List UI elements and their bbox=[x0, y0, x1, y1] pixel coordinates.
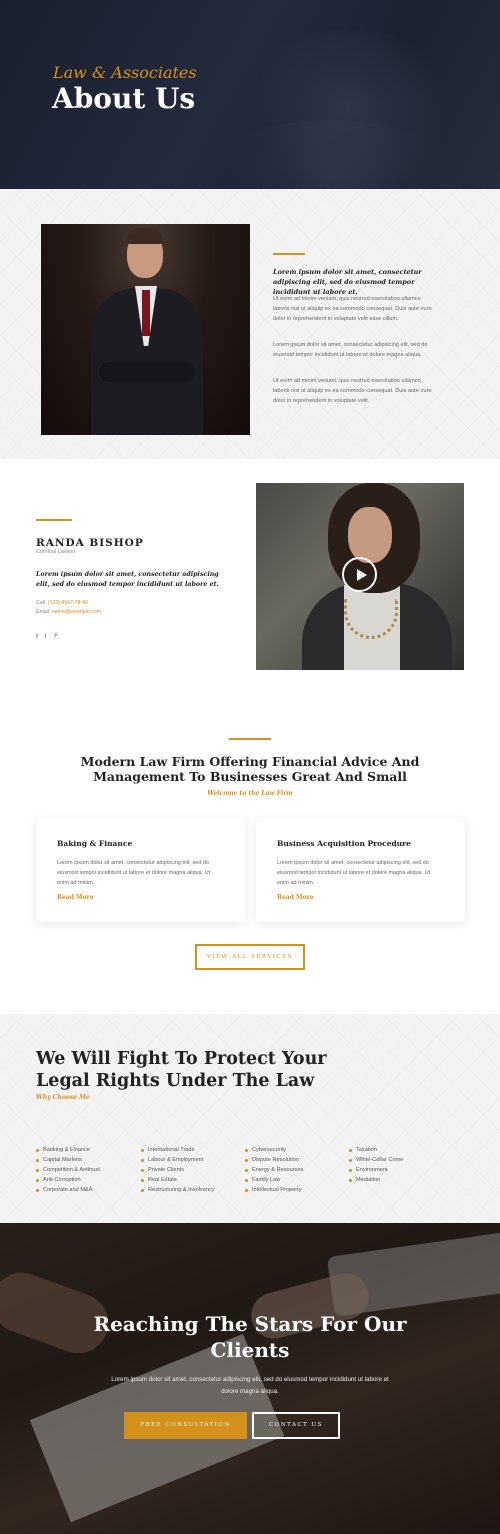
list-item: Dispute Resolution bbox=[245, 1155, 303, 1165]
list-item: Banking & Finance bbox=[36, 1145, 100, 1155]
service-card: Business Acquisition Procedure Lorem ips… bbox=[256, 818, 465, 922]
accent-divider bbox=[229, 738, 271, 740]
services-heading: Modern Law Firm Offering Financial Advic… bbox=[80, 754, 420, 784]
list-item: Corporate and M&A bbox=[36, 1185, 100, 1195]
service-card: Baking & Finance Lorem ipsum dolor sit a… bbox=[36, 818, 245, 922]
list-item: Energy & Resources bbox=[245, 1165, 303, 1175]
list-item: Intellectual Property bbox=[245, 1185, 303, 1195]
email-label: Email: bbox=[36, 609, 51, 615]
read-more-link[interactable]: Read More bbox=[277, 894, 314, 901]
list-item: Private Clients bbox=[141, 1165, 215, 1175]
attorney-role: Criminal Lawyer bbox=[36, 549, 76, 555]
list-item: Labour & Employment bbox=[141, 1155, 215, 1165]
read-more-link[interactable]: Read More bbox=[57, 894, 94, 901]
play-icon[interactable] bbox=[342, 557, 377, 592]
hero-section: Law & Associates About Us bbox=[0, 0, 500, 189]
attorney-quote: Lorem ipsum dolor sit amet, consectetur … bbox=[36, 571, 219, 588]
cta-text: Lorem ipsum dolor sit amet, consectetur … bbox=[111, 1376, 389, 1395]
contact-us-button[interactable]: CONTACT US bbox=[252, 1412, 340, 1439]
email-link[interactable]: name@example.com bbox=[52, 609, 101, 615]
about-paragraph: Ut enim ad minim veniam, quis nostrud ex… bbox=[273, 378, 432, 404]
pinterest-icon[interactable]: Ⓟ bbox=[53, 634, 59, 640]
cta-section: Reaching The Stars For Our Clients Lorem… bbox=[0, 1223, 500, 1534]
list-item: Family Law bbox=[245, 1175, 303, 1185]
practice-area-list: International Trade Labour & Employment … bbox=[141, 1145, 215, 1195]
phone-label: Call: bbox=[36, 600, 47, 606]
service-card-text: Lorem ipsum dolor sit amet, consectetur … bbox=[277, 860, 431, 886]
attorney-name: RANDA BISHOP bbox=[36, 537, 144, 549]
cta-heading: Reaching The Stars For Our Clients bbox=[93, 1312, 407, 1362]
service-card-text: Lorem ipsum dolor sit amet, consectetur … bbox=[57, 860, 211, 886]
list-item: White-Collar Crime bbox=[349, 1155, 403, 1165]
phone-link[interactable]: (123) 4567-78-90 bbox=[48, 600, 88, 606]
page-title: About Us bbox=[52, 82, 196, 115]
about-paragraph: Ut enim ad minim veniam, quis nostrud ex… bbox=[273, 296, 432, 322]
about-paragraph: Lorem ipsum dolor sit amet, consectetur … bbox=[273, 342, 428, 358]
list-item: Mediation bbox=[349, 1175, 403, 1185]
practice-area-list: Banking & Finance Capital Markets Compet… bbox=[36, 1145, 100, 1195]
services-subheading: Welcome to the Law Firm bbox=[207, 790, 293, 797]
list-item: Cybersecurity bbox=[245, 1145, 303, 1155]
accent-divider bbox=[36, 519, 72, 521]
services-section: Modern Law Firm Offering Financial Advic… bbox=[0, 704, 500, 1014]
why-choose-section: We Will Fight To Protect Your Legal Righ… bbox=[0, 1014, 500, 1223]
list-item: Environment bbox=[349, 1165, 403, 1175]
hero-kicker: Law & Associates bbox=[53, 63, 197, 82]
free-consultation-button[interactable]: FREE CONSULTATION bbox=[124, 1412, 247, 1439]
list-item: Capital Markets bbox=[36, 1155, 100, 1165]
facebook-icon[interactable]: f bbox=[45, 634, 47, 640]
twitter-icon[interactable]: 𝒕 bbox=[36, 634, 38, 640]
about-section: Lorem ipsum dolor sit amet, consectetur … bbox=[0, 189, 500, 459]
phone-line: Call: (123) 4567-78-90 bbox=[36, 600, 88, 606]
list-item: Restructuring & Insolvency bbox=[141, 1185, 215, 1195]
accent-divider bbox=[273, 253, 305, 255]
about-lead: Lorem ipsum dolor sit amet, consectetur … bbox=[273, 268, 422, 296]
list-item: Anti-Corruption bbox=[36, 1175, 100, 1185]
social-links: 𝒕 f Ⓟ bbox=[36, 631, 64, 641]
view-all-services-button[interactable]: VIEW ALL SERVICES bbox=[195, 944, 305, 970]
list-item: Competition & Antitrust bbox=[36, 1165, 100, 1175]
list-item: Taxation bbox=[349, 1145, 403, 1155]
list-item: International Trade bbox=[141, 1145, 215, 1155]
service-card-title: Baking & Finance bbox=[57, 839, 133, 848]
practice-area-list: Taxation White-Collar Crime Environment … bbox=[349, 1145, 403, 1185]
list-item: Real Estate bbox=[141, 1175, 215, 1185]
practice-area-list: Cybersecurity Dispute Resolution Energy … bbox=[245, 1145, 303, 1195]
email-line: Email: name@example.com bbox=[36, 609, 101, 615]
lawyer-portrait-image bbox=[41, 224, 250, 435]
why-heading: We Will Fight To Protect Your Legal Righ… bbox=[36, 1049, 327, 1091]
service-card-title: Business Acquisition Procedure bbox=[277, 839, 411, 848]
attorney-bio-section: RANDA BISHOP Criminal Lawyer Lorem ipsum… bbox=[0, 459, 500, 704]
why-subheading: Why Choose Me bbox=[36, 1094, 90, 1101]
